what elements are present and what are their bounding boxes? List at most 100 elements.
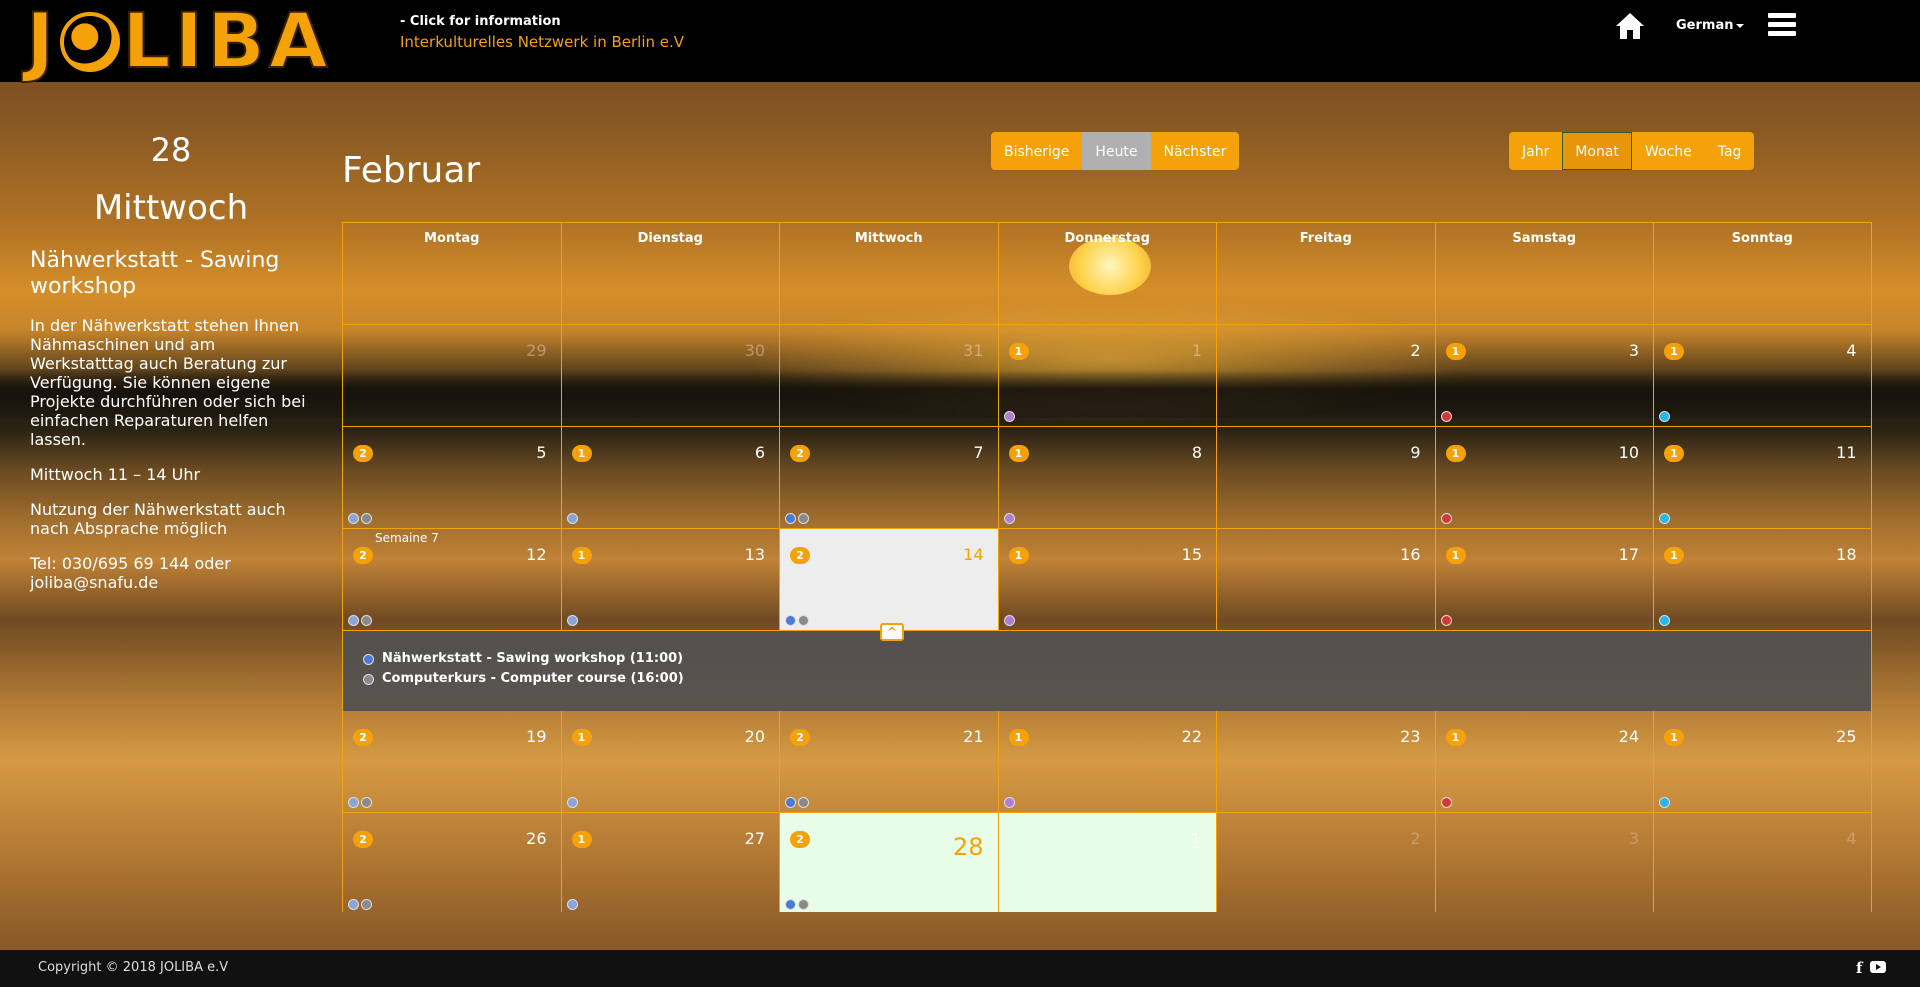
calendar-day-cell[interactable]: 14 xyxy=(1653,325,1872,427)
event-dot[interactable] xyxy=(1659,615,1670,626)
event-list-item[interactable]: Computerkurs - Computer course (16:00) xyxy=(363,669,1871,689)
day-number[interactable]: 28 xyxy=(953,833,984,861)
day-number[interactable]: 3 xyxy=(1629,829,1639,848)
calendar-day-cell[interactable]: 1 10 xyxy=(1434,427,1653,529)
calendar-day-cell[interactable]: 30 xyxy=(560,325,779,427)
event-count-badge[interactable]: 1 xyxy=(1445,343,1466,360)
day-number[interactable]: 11 xyxy=(1836,443,1856,462)
event-dot[interactable] xyxy=(1003,615,1015,626)
day-number[interactable]: 20 xyxy=(745,727,765,746)
calendar-day-cell[interactable]: 1 24 xyxy=(1434,711,1653,813)
event-dot[interactable] xyxy=(785,797,796,808)
event-dot[interactable] xyxy=(1440,615,1452,626)
calendar-day-cell[interactable]: 27 xyxy=(779,427,998,529)
calendar-day-cell[interactable]: 2 xyxy=(1216,325,1435,427)
day-number[interactable]: 8 xyxy=(1192,443,1202,462)
event-dot[interactable] xyxy=(566,899,578,910)
event-count-badge[interactable]: 1 xyxy=(1445,729,1466,746)
event-dot[interactable] xyxy=(798,797,809,808)
calendar-day-cell[interactable]: 1 13 xyxy=(560,529,779,631)
event-dot[interactable] xyxy=(1659,411,1670,422)
prev-button[interactable]: Bisherige xyxy=(991,132,1083,170)
calendar-day-cell[interactable]: 2 19 xyxy=(342,711,561,813)
event-count-badge[interactable]: 1 xyxy=(1664,343,1684,360)
day-number[interactable]: 30 xyxy=(745,341,765,360)
week-number-label[interactable]: Semaine 7 xyxy=(375,531,439,545)
calendar-day-cell[interactable]: 2 28 xyxy=(779,813,998,912)
event-dot[interactable] xyxy=(566,513,578,524)
collapse-chevron-icon[interactable]: ^ xyxy=(880,623,904,641)
event-dot[interactable] xyxy=(785,899,796,910)
event-dot[interactable] xyxy=(348,899,359,910)
day-number[interactable]: 4 xyxy=(1846,829,1856,848)
day-number[interactable]: 24 xyxy=(1619,727,1639,746)
calendar-day-cell[interactable]: 1 18 xyxy=(1653,529,1872,631)
day-number[interactable]: 9 xyxy=(1410,443,1420,462)
event-dot[interactable] xyxy=(798,899,809,910)
day-number[interactable]: 21 xyxy=(963,727,983,746)
calendar-day-cell[interactable]: 1 25 xyxy=(1653,711,1872,813)
event-dot[interactable] xyxy=(566,797,578,808)
event-count-badge[interactable]: 2 xyxy=(353,547,373,564)
day-number[interactable]: 22 xyxy=(1182,727,1202,746)
event-dot[interactable] xyxy=(361,899,372,910)
calendar-day-cell[interactable]: 1 xyxy=(997,813,1216,912)
event-count-badge[interactable]: 2 xyxy=(353,445,373,462)
event-count-badge[interactable]: 1 xyxy=(1008,343,1029,360)
day-number[interactable]: 6 xyxy=(755,443,765,462)
calendar-day-cell[interactable]: 2 xyxy=(1216,813,1435,912)
day-number[interactable]: 1 xyxy=(1192,341,1202,360)
day-number[interactable]: 12 xyxy=(526,545,546,564)
calendar-day-cell[interactable]: 2 26 xyxy=(342,813,561,912)
day-number[interactable]: 29 xyxy=(526,341,546,360)
day-number[interactable]: 10 xyxy=(1619,443,1639,462)
event-count-badge[interactable]: 1 xyxy=(1664,547,1684,564)
view-year-button[interactable]: Jahr xyxy=(1509,132,1563,170)
event-dot[interactable] xyxy=(566,615,578,626)
next-button[interactable]: Nächster xyxy=(1150,132,1240,170)
event-list-item[interactable]: Nähwerkstatt - Sawing workshop (11:00) xyxy=(363,649,1871,669)
event-dot[interactable] xyxy=(348,797,359,808)
event-count-badge[interactable]: 1 xyxy=(1008,547,1029,564)
event-count-badge[interactable]: 1 xyxy=(571,547,592,564)
calendar-day-cell[interactable]: Semaine 7 2 12 xyxy=(342,529,561,631)
event-count-badge[interactable]: 1 xyxy=(1008,445,1029,462)
calendar-day-cell[interactable]: 13 xyxy=(1434,325,1653,427)
day-number[interactable]: 4 xyxy=(1846,341,1856,360)
day-number[interactable]: 7 xyxy=(973,443,983,462)
day-number[interactable]: 14 xyxy=(963,545,983,564)
event-dot[interactable] xyxy=(798,513,809,524)
event-dot[interactable] xyxy=(1003,513,1015,524)
day-number[interactable]: 2 xyxy=(1410,829,1420,848)
day-number[interactable]: 23 xyxy=(1400,727,1420,746)
event-dot[interactable] xyxy=(1003,411,1015,422)
calendar-day-cell[interactable]: 1 22 xyxy=(997,711,1216,813)
day-number[interactable]: 2 xyxy=(1410,341,1420,360)
calendar-day-cell[interactable]: 1 17 xyxy=(1434,529,1653,631)
calendar-day-cell[interactable]: 11 xyxy=(997,325,1216,427)
day-number[interactable]: 17 xyxy=(1619,545,1639,564)
event-dot[interactable] xyxy=(348,615,359,626)
event-dot[interactable] xyxy=(1659,513,1670,524)
day-number[interactable]: 18 xyxy=(1836,545,1856,564)
day-number[interactable]: 15 xyxy=(1182,545,1202,564)
calendar-day-cell[interactable]: 16 xyxy=(1216,529,1435,631)
joliba-logo[interactable]: J LIBA xyxy=(25,2,332,80)
event-count-badge[interactable]: 1 xyxy=(1445,445,1466,462)
calendar-day-cell[interactable]: 25 xyxy=(342,427,561,529)
event-count-badge[interactable]: 2 xyxy=(790,831,810,848)
home-icon[interactable] xyxy=(1614,10,1646,42)
calendar-day-cell[interactable]: 4 xyxy=(1653,813,1872,912)
event-count-badge[interactable]: 1 xyxy=(1008,729,1029,746)
event-dot[interactable] xyxy=(1659,797,1670,808)
sidebar-event-title[interactable]: Nähwerkstatt - Sawing workshop xyxy=(30,248,312,300)
view-month-button[interactable]: Monat xyxy=(1562,132,1632,170)
day-number[interactable]: 16 xyxy=(1400,545,1420,564)
calendar-day-cell[interactable]: 1 20 xyxy=(560,711,779,813)
facebook-icon[interactable]: f xyxy=(1856,959,1862,977)
calendar-day-cell[interactable]: 23 xyxy=(1216,711,1435,813)
day-number[interactable]: 19 xyxy=(526,727,546,746)
day-number[interactable]: 13 xyxy=(745,545,765,564)
day-number[interactable]: 31 xyxy=(963,341,983,360)
event-count-badge[interactable]: 1 xyxy=(1445,547,1466,564)
